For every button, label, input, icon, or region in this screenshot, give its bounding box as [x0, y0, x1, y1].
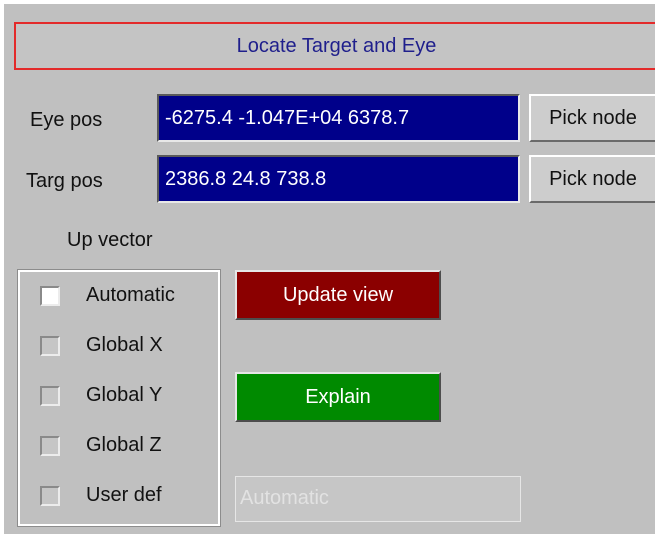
user-def-vector-field[interactable]: Automatic — [235, 476, 521, 522]
option-automatic[interactable]: Automatic — [20, 278, 218, 314]
checkbox-global-y[interactable] — [40, 386, 60, 406]
panel-title: Locate Target and Eye — [14, 22, 655, 70]
option-global-x-label: Global X — [86, 334, 163, 356]
option-automatic-label: Automatic — [86, 284, 175, 306]
checkbox-global-x[interactable] — [40, 336, 60, 356]
locate-panel: Locate Target and Eye Eye pos -6275.4 -1… — [0, 0, 655, 534]
targ-pick-node-button[interactable]: Pick node — [529, 155, 655, 203]
option-global-z[interactable]: Global Z — [20, 428, 218, 464]
up-vector-options: Automatic Global X Global Y Global Z Use… — [17, 269, 221, 527]
checkbox-user-def[interactable] — [40, 486, 60, 506]
checkbox-global-z[interactable] — [40, 436, 60, 456]
update-view-button[interactable]: Update view — [235, 270, 441, 320]
up-vector-label: Up vector — [67, 229, 153, 251]
eye-pos-label: Eye pos — [30, 109, 103, 131]
option-user-def-label: User def — [86, 484, 162, 506]
eye-pos-field[interactable]: -6275.4 -1.047E+04 6378.7 — [157, 94, 520, 142]
explain-button[interactable]: Explain — [235, 372, 441, 422]
eye-pick-node-button[interactable]: Pick node — [529, 94, 655, 142]
option-global-x[interactable]: Global X — [20, 328, 218, 364]
option-global-y[interactable]: Global Y — [20, 378, 218, 414]
option-user-def[interactable]: User def — [20, 478, 218, 514]
targ-pos-label: Targ pos — [26, 170, 103, 192]
targ-pos-field[interactable]: 2386.8 24.8 738.8 — [157, 155, 520, 203]
option-global-y-label: Global Y — [86, 384, 163, 406]
option-global-z-label: Global Z — [86, 434, 162, 456]
checkbox-automatic[interactable] — [40, 286, 60, 306]
